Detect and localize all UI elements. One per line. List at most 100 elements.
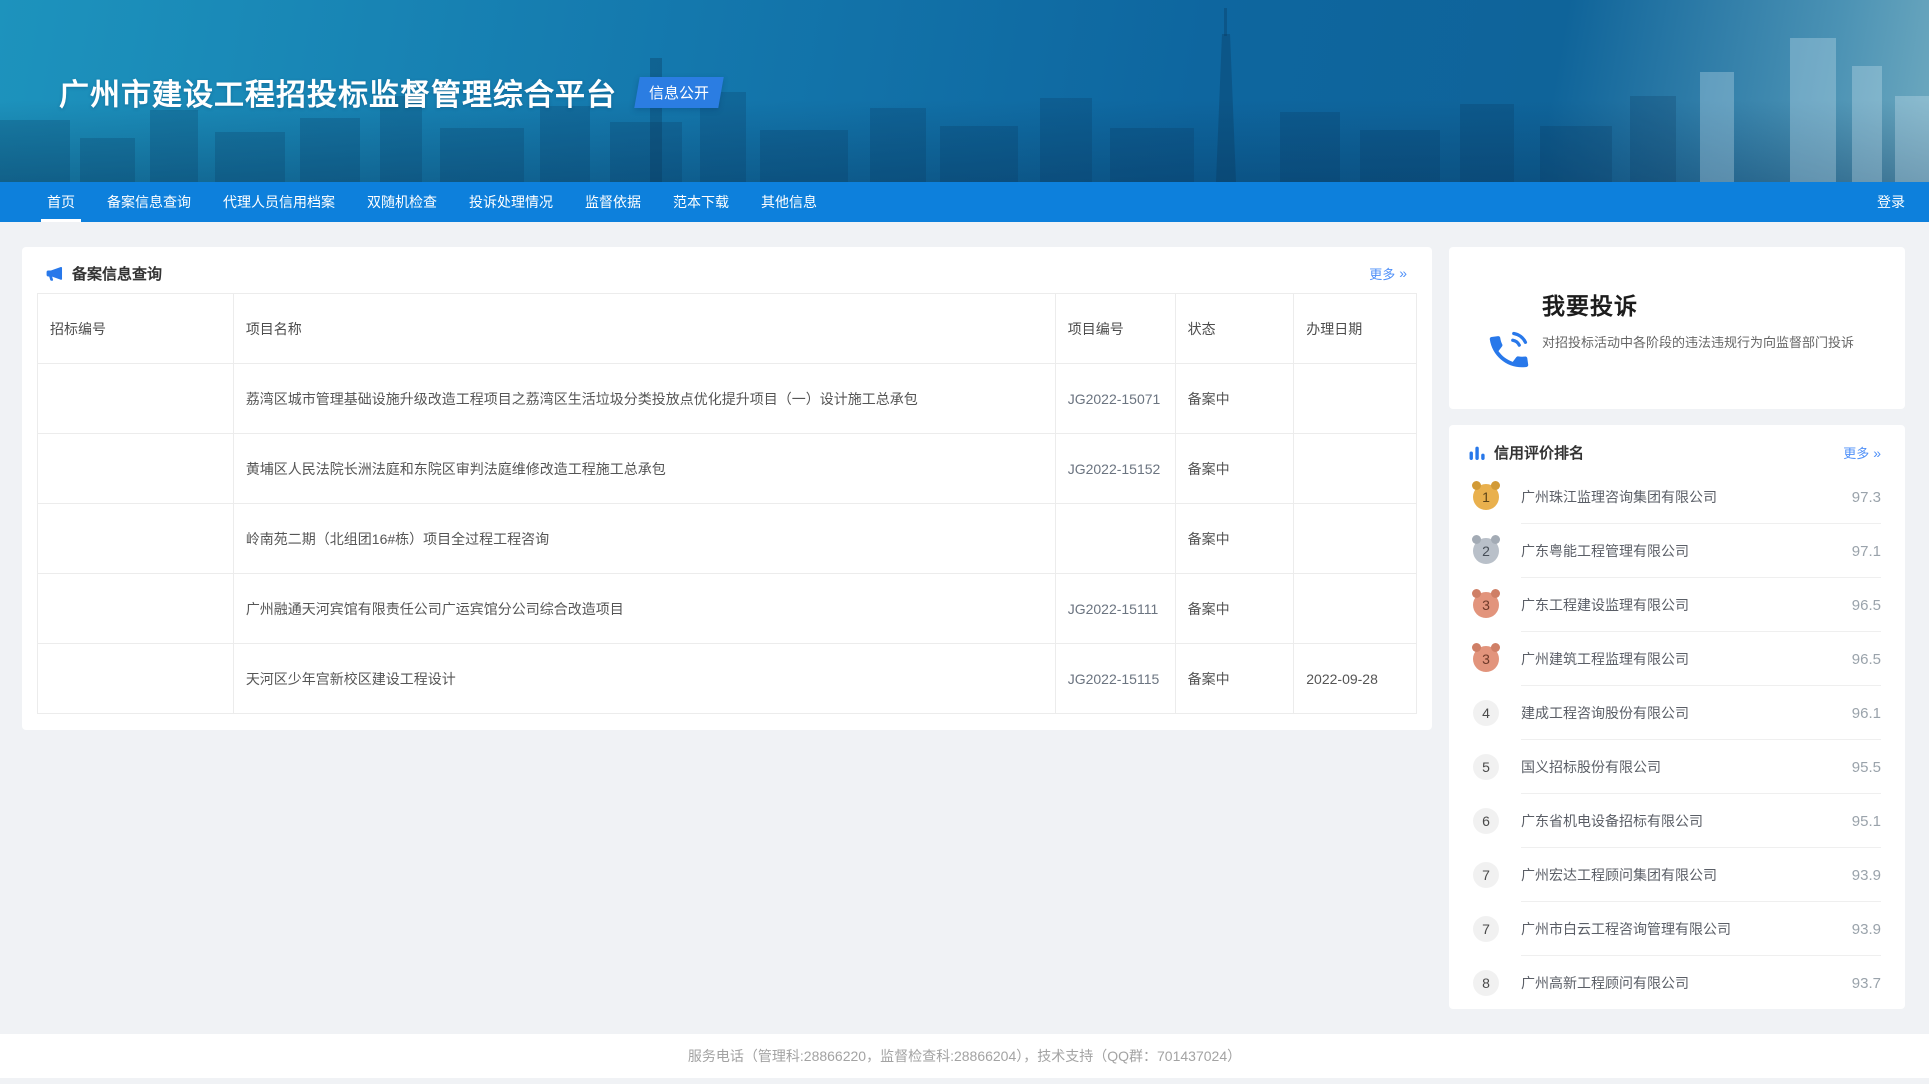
rank-badge: 6 <box>1473 808 1499 834</box>
score-value: 96.1 <box>1852 705 1881 722</box>
filing-table-body: 荔湾区城市管理基础设施升级改造工程项目之荔湾区生活垃圾分类投放点优化提升项目（一… <box>38 364 1417 714</box>
ranking-item: 7 广州宏达工程顾问集团有限公司 93.9 <box>1469 848 1881 902</box>
ranking-item: 4 建成工程咨询股份有限公司 96.1 <box>1469 686 1881 740</box>
cell-project-name: 广州融通天河宾馆有限责任公司广运宾馆分公司综合改造项目 <box>233 574 1055 644</box>
rank-badge: 1 <box>1473 484 1499 510</box>
complaint-description: 对招投标活动中各阶段的违法违规行为向监督部门投诉 <box>1542 333 1877 354</box>
nav-items: 首页 备案信息查询 代理人员信用档案 双随机检查 投诉处理情况 监督依据 范本下… <box>31 182 1877 222</box>
cell-bid-no <box>38 364 234 434</box>
ranking-panel-header: 信用评价排名 更多 » <box>1469 425 1881 470</box>
ranking-item: 8广州高新工程顾问有限公司93.7 <box>1469 956 1881 1010</box>
megaphone-icon <box>45 264 64 283</box>
main-nav: 首页 备案信息查询 代理人员信用档案 双随机检查 投诉处理情况 监督依据 范本下… <box>0 182 1929 222</box>
nav-item-random-check[interactable]: 双随机检查 <box>351 182 453 222</box>
rank-badge: 7 <box>1473 916 1499 942</box>
nav-item-template-download[interactable]: 范本下载 <box>657 182 745 222</box>
company-name: 广州高新工程顾问有限公司 <box>1521 973 1689 993</box>
complaint-body: 我要投诉 对招投标活动中各阶段的违法违规行为向监督部门投诉 <box>1542 287 1877 409</box>
info-disclosure-label: 信息公开 <box>649 82 709 103</box>
company-name: 广州市白云工程咨询管理有限公司 <box>1521 919 1731 939</box>
page: 广州市建设工程招投标监督管理综合平台 信息公开 首页 备案信息查询 代理人员信用… <box>0 0 1929 1084</box>
score-value: 95.5 <box>1852 759 1881 776</box>
table-row[interactable]: 黄埔区人民法院长洲法庭和东院区审判法庭维修改造工程施工总承包JG2022-151… <box>38 434 1417 504</box>
cell-status: 备案中 <box>1175 364 1294 434</box>
col-date: 办理日期 <box>1294 294 1417 364</box>
nav-item-other-info[interactable]: 其他信息 <box>745 182 833 222</box>
ranking-item: 5国义招标股份有限公司95.5 <box>1469 740 1881 794</box>
rank-badge: 3 <box>1473 646 1499 672</box>
filing-panel: 备案信息查询 更多 » 招标编号 项目名称 项目编号 状态 <box>22 247 1432 730</box>
company-name: 广东省机电设备招标有限公司 <box>1521 811 1703 831</box>
score-value: 93.7 <box>1852 975 1881 992</box>
ranking-panel-title: 信用评价排名 <box>1494 442 1584 463</box>
double-chevron-right-icon: » <box>1873 445 1881 461</box>
cell-project-name: 岭南苑二期（北组团16#栋）项目全过程工程咨询 <box>233 504 1055 574</box>
ranking-more-link[interactable]: 更多 » <box>1843 443 1881 462</box>
main-content: 备案信息查询 更多 » 招标编号 项目名称 项目编号 状态 <box>0 222 1929 1034</box>
ranking-list: 1广州珠江监理咨询集团有限公司97.3 2 广东粤能工程管理有限公司 97.1 3 广东工… <box>1469 470 1881 1010</box>
nav-item-complaint-handling[interactable]: 投诉处理情况 <box>453 182 569 222</box>
rank-badge: 4 <box>1473 700 1499 726</box>
score-value: 97.3 <box>1852 489 1881 506</box>
cell-date <box>1294 574 1417 644</box>
nav-item-home[interactable]: 首页 <box>31 182 91 222</box>
rank-badge: 3 <box>1473 592 1499 618</box>
cell-bid-no <box>38 504 234 574</box>
cell-date: 2022-09-28 <box>1294 644 1417 714</box>
complaint-title: 我要投诉 <box>1542 287 1877 321</box>
filing-panel-title: 备案信息查询 <box>72 263 162 284</box>
info-disclosure-badge[interactable]: 信息公开 <box>634 77 723 108</box>
company-name: 广东粤能工程管理有限公司 <box>1521 541 1689 561</box>
cell-project-no: JG2022-15115 <box>1055 644 1175 714</box>
cell-status: 备案中 <box>1175 504 1294 574</box>
page-title: 广州市建设工程招投标监督管理综合平台 <box>59 70 617 114</box>
login-link[interactable]: 登录 <box>1877 182 1905 222</box>
col-bid-no: 招标编号 <box>38 294 234 364</box>
company-name: 建成工程咨询股份有限公司 <box>1521 703 1689 723</box>
score-value: 96.5 <box>1852 597 1881 614</box>
score-value: 93.9 <box>1852 867 1881 884</box>
nav-item-supervision-basis[interactable]: 监督依据 <box>569 182 657 222</box>
ranking-item: 2 广东粤能工程管理有限公司 97.1 <box>1469 524 1881 578</box>
score-value: 97.1 <box>1852 543 1881 560</box>
table-row[interactable]: 岭南苑二期（北组团16#栋）项目全过程工程咨询 备案中 <box>38 504 1417 574</box>
ranking-item: 3 广州建筑工程监理有限公司 96.5 <box>1469 632 1881 686</box>
filing-more-label: 更多 <box>1369 264 1395 283</box>
cell-project-name: 黄埔区人民法院长洲法庭和东院区审判法庭维修改造工程施工总承包 <box>233 434 1055 504</box>
cell-date <box>1294 504 1417 574</box>
company-name: 广州建筑工程监理有限公司 <box>1521 649 1689 669</box>
cell-project-name: 荔湾区城市管理基础设施升级改造工程项目之荔湾区生活垃圾分类投放点优化提升项目（一… <box>233 364 1055 434</box>
cell-bid-no <box>38 644 234 714</box>
banner: 广州市建设工程招投标监督管理综合平台 信息公开 <box>0 0 1929 182</box>
filing-more-link[interactable]: 更多 » <box>1369 264 1407 283</box>
col-project-no: 项目编号 <box>1055 294 1175 364</box>
table-row[interactable]: 广州融通天河宾馆有限责任公司广运宾馆分公司综合改造项目JG2022-15111备… <box>38 574 1417 644</box>
company-name: 国义招标股份有限公司 <box>1521 757 1661 777</box>
right-column: 我要投诉 对招投标活动中各阶段的违法违规行为向监督部门投诉 信用评价排名 <box>1449 247 1905 1009</box>
phone-icon <box>1486 287 1532 409</box>
rank-badge: 2 <box>1473 538 1499 564</box>
table-row[interactable]: 天河区少年宫新校区建设工程设计JG2022-15115备案中2022-09-28 <box>38 644 1417 714</box>
ranking-item: 7 广州市白云工程咨询管理有限公司 93.9 <box>1469 902 1881 956</box>
filing-panel-header: 备案信息查询 更多 » <box>37 247 1417 293</box>
nav-item-filing-info[interactable]: 备案信息查询 <box>91 182 207 222</box>
ranking-more-label: 更多 <box>1843 443 1869 462</box>
ranking-item: 3 广东工程建设监理有限公司 96.5 <box>1469 578 1881 632</box>
ranking-item: 1广州珠江监理咨询集团有限公司97.3 <box>1469 470 1881 524</box>
score-value: 96.5 <box>1852 651 1881 668</box>
footer-contact-text: 服务电话（管理科:28866220，监督检查科:28866204），技术支持（Q… <box>688 1046 1241 1066</box>
company-name: 广东工程建设监理有限公司 <box>1521 595 1689 615</box>
cell-project-no: JG2022-15071 <box>1055 364 1175 434</box>
score-value: 93.9 <box>1852 921 1881 938</box>
table-row[interactable]: 荔湾区城市管理基础设施升级改造工程项目之荔湾区生活垃圾分类投放点优化提升项目（一… <box>38 364 1417 434</box>
rank-badge: 7 <box>1473 862 1499 888</box>
col-status: 状态 <box>1175 294 1294 364</box>
ranking-panel: 信用评价排名 更多 » 1广州珠江监理咨询集团有限公司97.3 2 广东粤能工程管理… <box>1449 425 1905 1009</box>
cell-project-no: JG2022-15152 <box>1055 434 1175 504</box>
complaint-card[interactable]: 我要投诉 对招投标活动中各阶段的违法违规行为向监督部门投诉 <box>1449 247 1905 409</box>
nav-item-agent-credit[interactable]: 代理人员信用档案 <box>207 182 351 222</box>
company-name: 广州宏达工程顾问集团有限公司 <box>1521 865 1717 885</box>
col-project-name: 项目名称 <box>233 294 1055 364</box>
cell-project-name: 天河区少年宫新校区建设工程设计 <box>233 644 1055 714</box>
filing-table: 招标编号 项目名称 项目编号 状态 办理日期 荔湾区城市管理基础设施升级改造工程… <box>37 293 1417 714</box>
